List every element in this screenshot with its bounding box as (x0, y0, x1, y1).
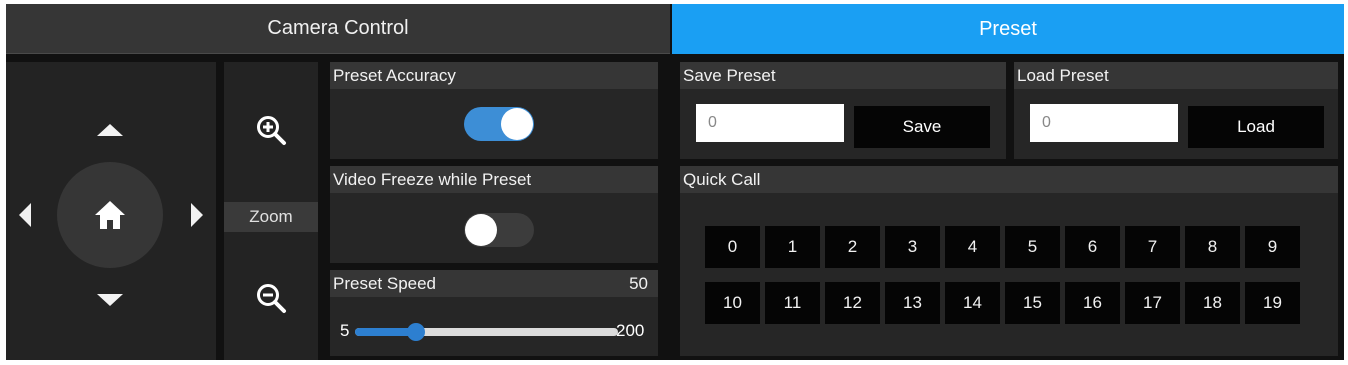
quick-call-button-8[interactable]: 8 (1185, 226, 1240, 268)
quick-call-button-4[interactable]: 4 (945, 226, 1000, 268)
quick-call-button-0[interactable]: 0 (705, 226, 760, 268)
slider-thumb[interactable] (406, 323, 425, 341)
tab-camera-control[interactable]: Camera Control (6, 4, 670, 54)
quick-call-button-17[interactable]: 17 (1125, 282, 1180, 324)
tab-preset[interactable]: Preset (672, 4, 1344, 54)
quick-call-button-7[interactable]: 7 (1125, 226, 1180, 268)
preset-accuracy-toggle[interactable] (464, 107, 534, 141)
preset-accuracy-body (330, 89, 658, 159)
slider-min-label: 5 (340, 321, 350, 340)
preset-accuracy-header: Preset Accuracy (330, 62, 658, 89)
quick-call-button-5[interactable]: 5 (1005, 226, 1060, 268)
home-button[interactable] (57, 162, 163, 268)
preset-speed-value: 50 (629, 273, 648, 293)
preset-speed-header: Preset Speed 50 (330, 270, 658, 297)
preset-speed-label: Preset Speed (333, 273, 437, 293)
quick-call-button-11[interactable]: 11 (765, 282, 820, 324)
pan-up-icon[interactable] (97, 124, 123, 136)
zoom-in-icon (257, 116, 286, 145)
quick-call-button-6[interactable]: 6 (1065, 226, 1120, 268)
video-freeze-header: Video Freeze while Preset (330, 166, 658, 193)
slider-max-label: 200 (616, 321, 645, 340)
zoom-out-button[interactable] (251, 278, 291, 318)
preset-accuracy-label: Preset Accuracy (333, 65, 456, 85)
quick-call-button-12[interactable]: 12 (825, 282, 880, 324)
load-preset-label: Load Preset (1017, 65, 1109, 85)
quick-call-header: Quick Call (680, 166, 1338, 193)
pan-down-icon[interactable] (97, 294, 123, 306)
preset-speed-body (330, 297, 658, 356)
video-freeze-body (330, 193, 658, 263)
ptz-panel (6, 62, 216, 360)
save-preset-header: Save Preset (680, 62, 1006, 89)
save-button[interactable]: Save (854, 106, 990, 148)
quick-call-button-16[interactable]: 16 (1065, 282, 1120, 324)
quick-call-button-10[interactable]: 10 (705, 282, 760, 324)
toggle-knob (501, 108, 533, 140)
preset-speed-slider[interactable] (355, 323, 618, 341)
load-button[interactable]: Load (1188, 106, 1324, 148)
load-preset-header: Load Preset (1014, 62, 1338, 89)
home-icon (95, 201, 125, 229)
video-freeze-label: Video Freeze while Preset (333, 169, 532, 189)
quick-call-button-9[interactable]: 9 (1245, 226, 1300, 268)
pan-right-icon[interactable] (191, 203, 203, 227)
quick-call-button-2[interactable]: 2 (825, 226, 880, 268)
quick-call-button-13[interactable]: 13 (885, 282, 940, 324)
zoom-in-button[interactable] (251, 110, 291, 150)
quick-call-body (680, 193, 1338, 356)
zoom-panel: Zoom (224, 62, 318, 360)
quick-call-button-18[interactable]: 18 (1185, 282, 1240, 324)
quick-call-button-1[interactable]: 1 (765, 226, 820, 268)
zoom-label: Zoom (224, 202, 318, 232)
load-preset-input[interactable] (1030, 104, 1178, 142)
quick-call-label: Quick Call (683, 169, 761, 189)
quick-call-button-15[interactable]: 15 (1005, 282, 1060, 324)
save-preset-input[interactable] (696, 104, 844, 142)
video-freeze-toggle[interactable] (464, 213, 534, 247)
pan-left-icon[interactable] (19, 203, 31, 227)
quick-call-button-3[interactable]: 3 (885, 226, 940, 268)
quick-call-button-14[interactable]: 14 (945, 282, 1000, 324)
toggle-knob (465, 214, 497, 246)
zoom-out-icon (257, 284, 286, 313)
quick-call-button-19[interactable]: 19 (1245, 282, 1300, 324)
save-preset-label: Save Preset (683, 65, 776, 85)
